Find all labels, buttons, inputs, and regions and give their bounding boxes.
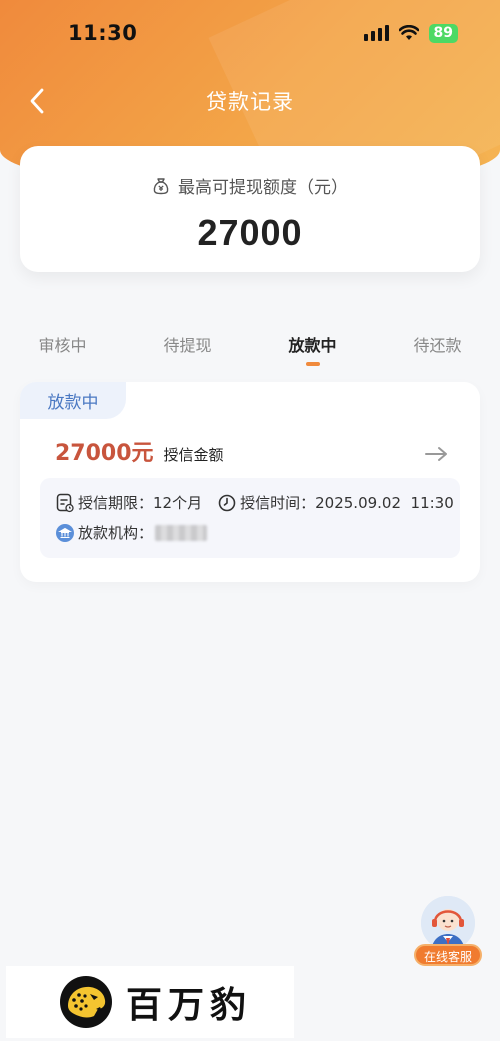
time-value: 2025.09.02 11:30 <box>315 493 454 512</box>
status-bar: 11:30 89 <box>0 0 500 66</box>
leopard-logo-icon <box>60 976 112 1028</box>
tab-disbursing[interactable]: 放款中 <box>250 326 375 372</box>
institution-redacted <box>155 524 208 541</box>
battery-indicator: 89 <box>428 23 458 43</box>
brand-watermark: 百万豹 <box>6 966 294 1038</box>
chevron-left-icon <box>30 88 44 114</box>
credit-amount: 27000元 <box>55 441 154 466</box>
brand-name: 百万豹 <box>126 984 253 1026</box>
clock-icon <box>218 494 236 512</box>
quota-label-row: 最高可提现额度（元） <box>20 173 480 198</box>
time-label: 授信时间： <box>240 494 316 512</box>
quota-card: 最高可提现额度（元） 27000 <box>20 146 480 272</box>
arrow-right-icon <box>425 447 447 461</box>
tab-reviewing[interactable]: 审核中 <box>0 326 125 372</box>
money-bag-icon <box>153 177 169 194</box>
service-avatar <box>421 896 475 950</box>
document-icon <box>56 493 74 513</box>
page-title: 贷款记录 <box>206 90 294 114</box>
bank-icon <box>56 523 74 542</box>
online-service-button[interactable]: 在线客服 <box>414 894 482 970</box>
institution-label: 放款机构： <box>78 524 154 542</box>
term-value: 12个月 <box>153 494 203 512</box>
status-icons: 89 <box>363 23 458 43</box>
status-time: 11:30 <box>68 21 138 45</box>
quota-value: 27000 <box>197 212 303 253</box>
term-label: 授信期限： <box>78 494 154 512</box>
quota-label: 最高可提现额度（元） <box>178 178 348 198</box>
tab-pending-withdraw[interactable]: 待提现 <box>125 326 250 372</box>
term-time-row: 授信期限： 12个月 授信时间： 2025.09.02 11:30 <box>56 492 454 513</box>
status-badge: 放款中 <box>20 382 126 419</box>
tab-pending-repay[interactable]: 待还款 <box>375 326 500 372</box>
loan-record-card[interactable]: 放款中 27000元 授信金额 授信期限： 12个月 授信时间： 2025.09… <box>20 382 480 582</box>
nav-bar: 贷款记录 <box>0 76 500 126</box>
amount-row: 27000元 授信金额 <box>55 435 450 467</box>
detail-box: 授信期限： 12个月 授信时间： 2025.09.02 11:30 放款机构： <box>40 478 460 558</box>
wifi-icon <box>398 25 419 40</box>
signal-icon <box>363 25 389 41</box>
credit-amount-label: 授信金额 <box>163 446 224 464</box>
tab-bar: 审核中 待提现 放款中 待还款 <box>0 326 500 372</box>
service-label: 在线客服 <box>414 944 482 966</box>
institution-row: 放款机构： <box>56 522 208 543</box>
detail-arrow-button[interactable] <box>424 444 450 464</box>
back-button[interactable] <box>22 86 52 116</box>
